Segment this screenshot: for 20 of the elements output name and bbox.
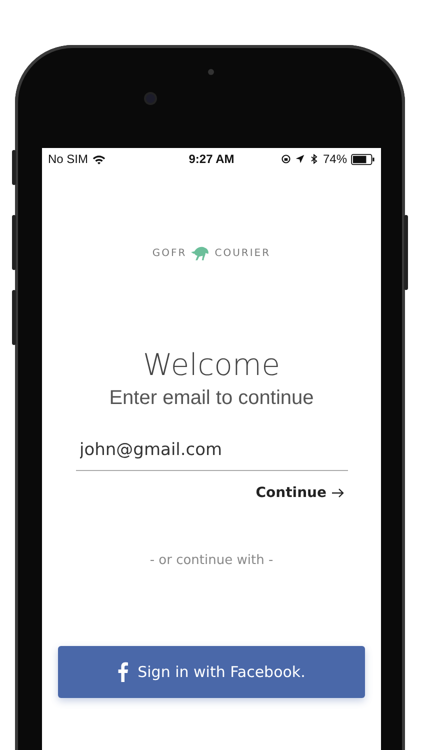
rotation-lock-icon [280, 154, 291, 164]
subtitle-text: Enter email to continue [109, 387, 314, 410]
location-arrow-icon [294, 154, 305, 164]
carrier-text: No SIM [48, 152, 88, 166]
divider-text: - or continue with - [150, 553, 274, 568]
facebook-icon [118, 662, 128, 682]
wifi-icon [92, 154, 106, 164]
battery-percent-text: 74% [322, 152, 348, 166]
arrow-right-icon [332, 488, 344, 498]
email-field[interactable]: john@gmail.com [76, 434, 348, 471]
welcome-heading: Welcome [142, 348, 280, 383]
camera-dot [146, 94, 155, 103]
clock-text: 9:27 AM [188, 152, 234, 166]
continue-button[interactable]: Continue [252, 485, 348, 501]
battery-icon [351, 154, 376, 164]
facebook-sign-in-button[interactable]: Sign in with Facebook. [58, 646, 365, 698]
speaker-dot [208, 69, 214, 75]
logo-text: GOFR [152, 248, 187, 258]
logo-text: COURIER [214, 248, 271, 258]
bluetooth-icon [308, 154, 319, 164]
